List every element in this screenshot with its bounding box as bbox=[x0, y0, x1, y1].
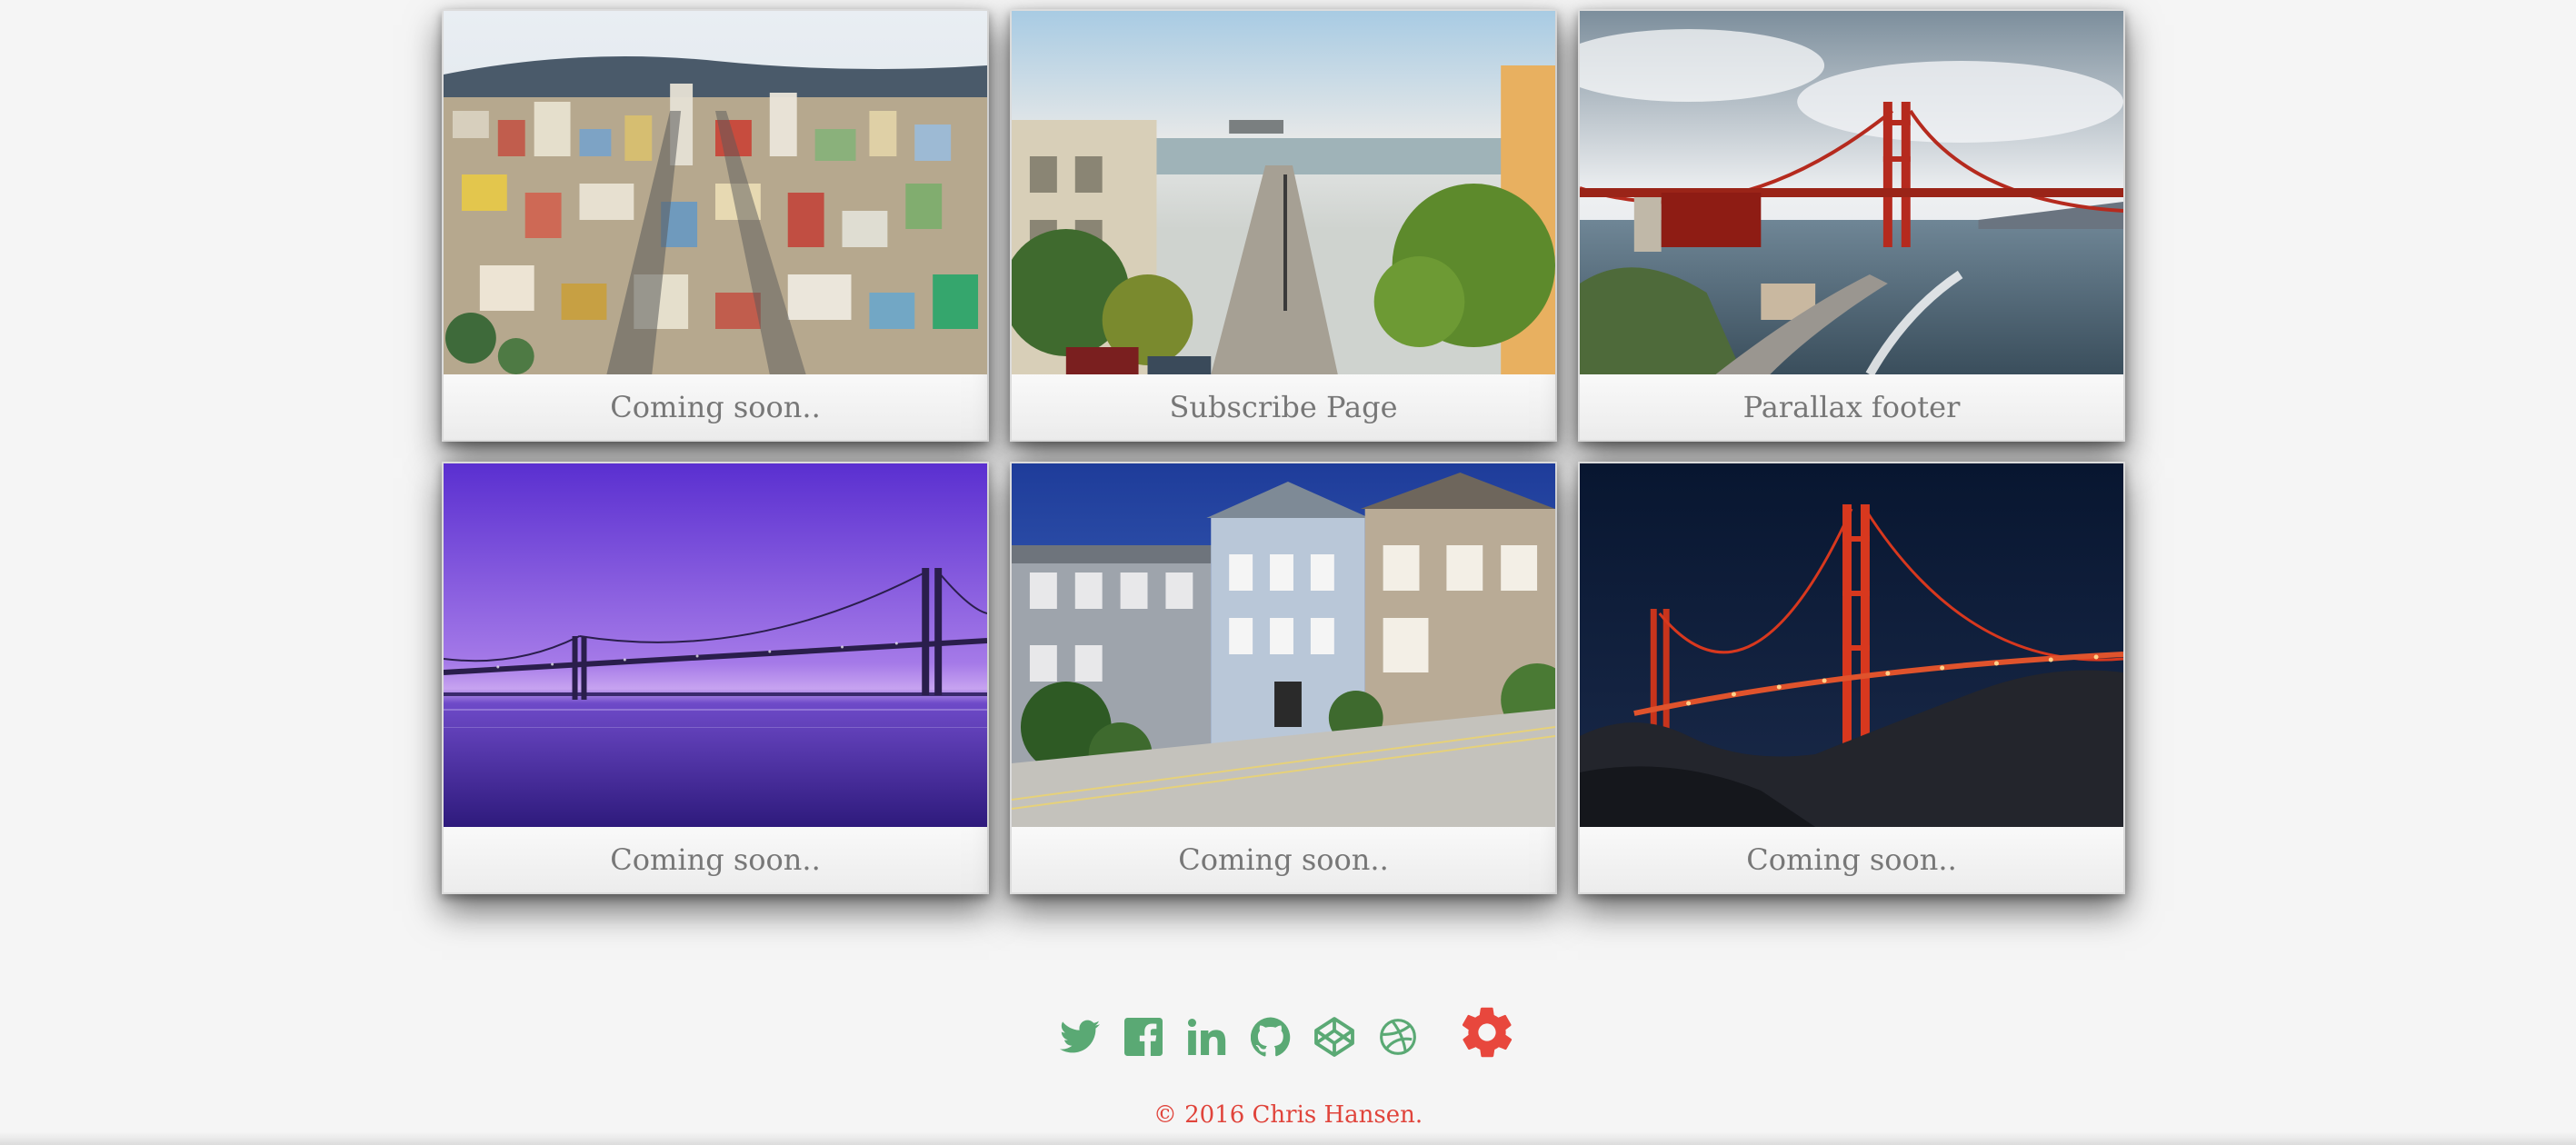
card-caption: Coming soon.. bbox=[444, 827, 987, 892]
twitter-icon[interactable] bbox=[1058, 1015, 1102, 1059]
gallery-card[interactable]: Coming soon.. bbox=[442, 9, 989, 442]
card-caption: Coming soon.. bbox=[1012, 827, 1555, 892]
card-image-golden-gate-day bbox=[1580, 11, 2123, 374]
codepen-icon[interactable] bbox=[1313, 1015, 1356, 1059]
gallery-card[interactable]: Coming soon.. bbox=[442, 462, 989, 894]
social-links bbox=[0, 1007, 2576, 1063]
card-caption: Coming soon.. bbox=[1580, 827, 2123, 892]
footer-shadow bbox=[0, 1132, 2576, 1145]
card-caption: Parallax footer bbox=[1580, 374, 2123, 440]
gallery-card[interactable]: Parallax footer bbox=[1578, 9, 2125, 442]
copyright-text: © 2016 Chris Hansen. bbox=[1153, 1101, 1423, 1129]
gallery-card[interactable]: Subscribe Page bbox=[1010, 9, 1557, 442]
facebook-icon[interactable] bbox=[1122, 1015, 1165, 1059]
gallery-card[interactable]: Coming soon.. bbox=[1010, 462, 1557, 894]
card-image-golden-gate-night bbox=[1580, 463, 2123, 827]
linkedin-icon[interactable] bbox=[1185, 1015, 1229, 1059]
card-caption: Subscribe Page bbox=[1012, 374, 1555, 440]
card-image-cityscape bbox=[444, 11, 987, 374]
card-image-victorian-houses bbox=[1012, 463, 1555, 827]
gear-icon[interactable] bbox=[1456, 1001, 1518, 1063]
github-icon[interactable] bbox=[1249, 1015, 1293, 1059]
card-image-street bbox=[1012, 11, 1555, 374]
gallery-grid: Coming soon.. Subscribe Page Parallax fo… bbox=[442, 9, 2125, 894]
gallery-card[interactable]: Coming soon.. bbox=[1578, 462, 2125, 894]
card-caption: Coming soon.. bbox=[444, 374, 987, 440]
dribbble-icon[interactable] bbox=[1376, 1015, 1420, 1059]
card-image-bay-bridge bbox=[444, 463, 987, 827]
